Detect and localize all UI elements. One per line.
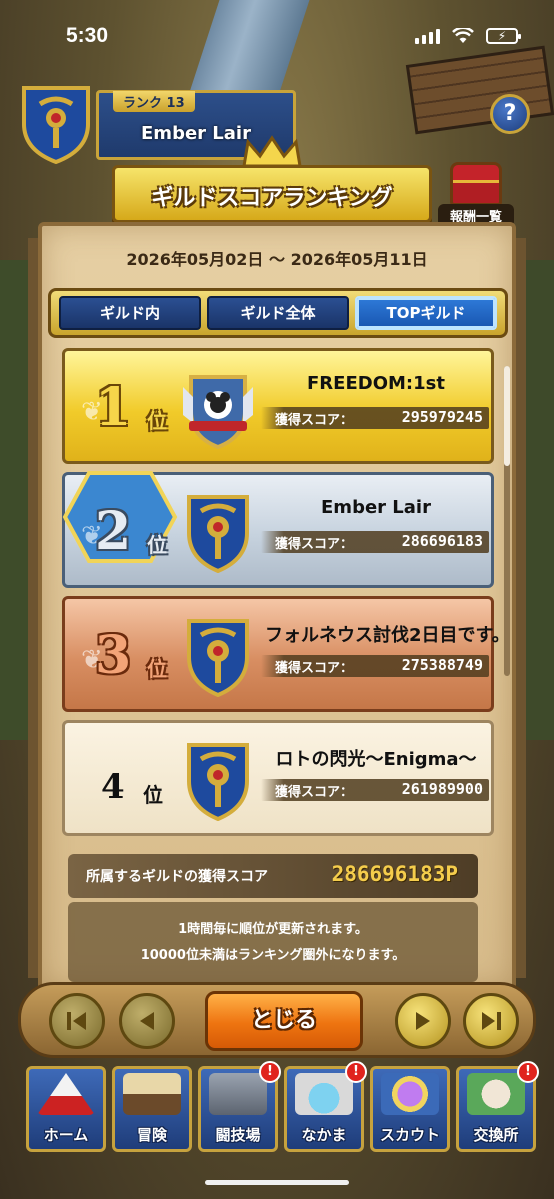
rank-number: 2 xyxy=(95,501,132,562)
nav-exchange[interactable]: 交換所 ! xyxy=(456,1061,539,1152)
arrow-left-icon xyxy=(140,1012,154,1030)
score-bar: 獲得スコア： 295979245 xyxy=(261,407,489,429)
rank-number: 3 xyxy=(95,625,132,686)
rank-suffix: 位 xyxy=(147,409,167,433)
guild-name: Ember Lair xyxy=(321,497,431,518)
arrow-right-icon xyxy=(416,1012,430,1030)
score-label: 獲得スコア： xyxy=(275,661,354,676)
ranking-row[interactable]: ❦ 3 位 フォルネウス討伐2日目です。 獲得スコア： 275388749 xyxy=(62,596,502,712)
notification-badge: ! xyxy=(345,1061,367,1083)
tab-all-guilds[interactable]: ギルド全体 xyxy=(207,296,349,330)
guild-rank-label: ランク 13 xyxy=(113,91,195,112)
guild-name: フォルネウス討伐2日目です。 xyxy=(265,625,502,646)
nav-home[interactable]: ホーム xyxy=(26,1066,106,1152)
score-label: 獲得スコア： xyxy=(275,413,354,428)
rank-suffix: 位 xyxy=(143,783,163,807)
status-time: 5:30 xyxy=(66,24,109,47)
skip-last-icon xyxy=(482,1012,501,1030)
ranking-list[interactable]: ❦ 1 位 FREEDOM:1st 獲得スコア： 295979245 ❦ 2 位… xyxy=(62,348,502,848)
score-bar: 獲得スコア： 275388749 xyxy=(261,655,489,677)
bottom-tab-bar: ホーム 冒険 闘技場 ! なかま ! スカウト 交換所 ! xyxy=(22,1061,542,1156)
title-ribbon: ギルドスコアランキング xyxy=(85,165,459,228)
own-score-label: 所属するギルドの獲得スコア xyxy=(86,869,268,885)
status-bar: 5:30 ⚡ xyxy=(0,0,554,70)
nav-scout[interactable]: スカウト xyxy=(370,1066,450,1152)
status-icons: ⚡ xyxy=(415,28,521,44)
nav-party-label: なかま xyxy=(301,1126,347,1144)
guild-name: FREEDOM:1st xyxy=(307,373,445,394)
notification-badge: ! xyxy=(517,1061,539,1083)
guild-emblem-icon xyxy=(187,495,249,573)
score-value: 286696183 xyxy=(401,532,483,550)
nav-exchange-label: 交換所 xyxy=(473,1126,519,1144)
guild-emblem-icon xyxy=(187,619,249,697)
battery-charging-icon: ⚡ xyxy=(486,28,521,44)
scroll-thumb[interactable] xyxy=(504,366,510,466)
castle-icon xyxy=(209,1073,267,1115)
nav-adventure[interactable]: 冒険 xyxy=(112,1066,192,1152)
help-button[interactable]: ? xyxy=(490,94,530,134)
notification-badge: ! xyxy=(259,1061,281,1083)
score-value: 275388749 xyxy=(401,656,483,674)
info-line-update: 1時間毎に順位が更新されます。 xyxy=(178,922,368,937)
previous-page-button[interactable] xyxy=(119,993,175,1049)
guild-emblem-icon[interactable] xyxy=(18,84,94,165)
last-page-button[interactable] xyxy=(463,993,519,1049)
guild-emblem-icon xyxy=(187,743,249,821)
next-page-button[interactable] xyxy=(395,993,451,1049)
rank-suffix: 位 xyxy=(147,533,167,557)
nav-arena[interactable]: 闘技場 ! xyxy=(198,1061,281,1152)
cellular-signal-icon xyxy=(415,28,440,44)
nav-party[interactable]: なかま ! xyxy=(284,1061,367,1152)
score-label: 獲得スコア： xyxy=(275,537,354,552)
score-bar: 獲得スコア： 261989900 xyxy=(261,779,489,801)
info-line-out-of-rank: 10000位未満はランキング圏外になります。 xyxy=(140,948,406,963)
rank-badge: 4 位 xyxy=(71,743,179,815)
nav-home-label: ホーム xyxy=(43,1126,89,1144)
merchant-icon xyxy=(467,1073,525,1115)
own-score-value: 286696183P xyxy=(331,862,458,886)
tent-icon xyxy=(37,1073,95,1115)
score-label: 獲得スコア： xyxy=(275,785,354,800)
tab-in-guild[interactable]: ギルド内 xyxy=(59,296,201,330)
guild-emblem-icon xyxy=(183,375,253,449)
tab-top-guilds[interactable]: TOPギルド xyxy=(355,296,497,330)
page-title: ギルドスコアランキング xyxy=(151,186,393,211)
rank-badge: ❦ 2 位 xyxy=(71,495,179,567)
score-value: 261989900 xyxy=(401,780,483,798)
ranking-row[interactable]: ❦ 2 位 Ember Lair 獲得スコア： 286696183 xyxy=(62,471,494,588)
rank-badge: ❦ 3 位 xyxy=(71,619,179,691)
party-icon xyxy=(295,1073,353,1115)
own-guild-score: 所属するギルドの獲得スコア 286696183P xyxy=(68,854,478,898)
ranking-row[interactable]: ❦ 1 位 FREEDOM:1st 獲得スコア： 295979245 xyxy=(62,348,494,464)
treasure-chest-icon xyxy=(450,162,502,206)
rank-number: 4 xyxy=(101,767,125,807)
crystal-icon xyxy=(381,1073,439,1115)
rank-number: 1 xyxy=(95,377,132,438)
rank-suffix: 位 xyxy=(147,657,167,681)
wagon-icon xyxy=(123,1073,181,1115)
ranking-panel: 2026年05月02日 〜 2026年05月11日 ギルド内 ギルド全体 TOP… xyxy=(38,222,516,992)
nav-adventure-label: 冒険 xyxy=(136,1126,167,1144)
pagination-controls: とじる xyxy=(18,982,536,1058)
first-page-button[interactable] xyxy=(49,993,105,1049)
nav-scout-label: スカウト xyxy=(379,1126,440,1144)
score-value: 295979245 xyxy=(401,408,483,426)
reward-list-button[interactable]: 報酬一覧 xyxy=(438,160,514,228)
score-bar: 獲得スコア： 286696183 xyxy=(261,531,489,553)
guild-name: ロトの閃光〜Enigma〜 xyxy=(275,749,477,770)
rank-badge: ❦ 1 位 xyxy=(71,371,179,443)
skip-first-icon xyxy=(67,1012,86,1030)
close-button[interactable]: とじる xyxy=(205,991,363,1051)
wifi-icon xyxy=(452,28,474,43)
ranking-tabs: ギルド内 ギルド全体 TOPギルド xyxy=(48,288,508,338)
ranking-row[interactable]: 4 位 ロトの閃光〜Enigma〜 獲得スコア： 261989900 xyxy=(62,720,494,836)
date-range: 2026年05月02日 〜 2026年05月11日 xyxy=(126,250,428,269)
info-box: 1時間毎に順位が更新されます。 10000位未満はランキング圏外になります。 xyxy=(68,902,478,982)
home-indicator[interactable] xyxy=(205,1180,349,1185)
ranking-scrollbar[interactable] xyxy=(504,366,510,676)
nav-arena-label: 闘技場 xyxy=(215,1126,261,1144)
